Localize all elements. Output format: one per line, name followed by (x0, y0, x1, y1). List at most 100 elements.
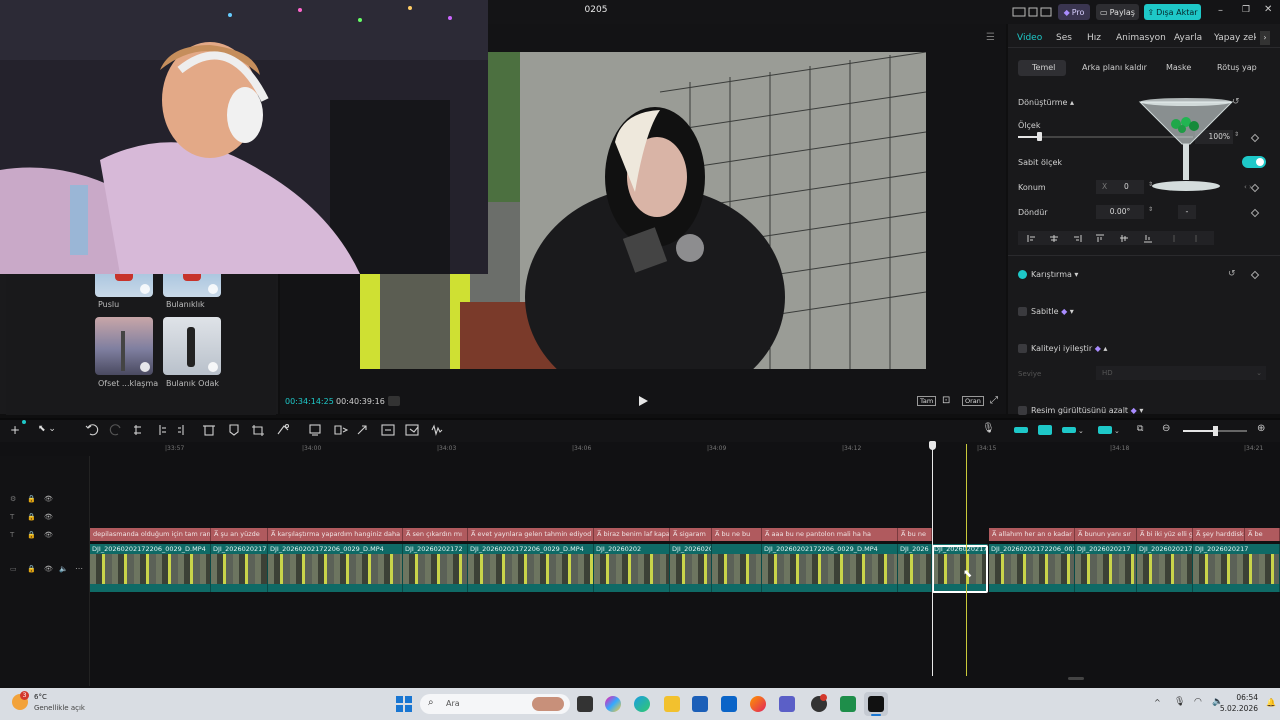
play-button[interactable] (637, 394, 649, 408)
download-icon[interactable] (208, 284, 218, 294)
subtitle-clip[interactable]: A̅ bu ne bu (712, 528, 762, 541)
subtitle-clip[interactable]: A̅ bi iki yüz elli g (1137, 528, 1193, 541)
shortcut-icon[interactable] (1040, 6, 1052, 18)
subtitle-clip[interactable]: depilasmanda olduğum için tam rando (90, 528, 211, 541)
close-icon[interactable]: ✕ (1264, 4, 1272, 15)
timecode-toggle[interactable] (388, 396, 400, 406)
download-icon[interactable] (140, 284, 150, 294)
fullscreen-icon[interactable]: ⤢ (990, 395, 998, 406)
subtitle-clip[interactable]: A̅ şey harddisk (1193, 528, 1245, 541)
subtitle-clip[interactable]: A̅ şu an yüzde (211, 528, 268, 541)
snap-tool-icons[interactable]: ⌄ ⌄ (1012, 423, 1122, 437)
task-view-icon[interactable] (577, 696, 593, 712)
windows-start-icon[interactable] (396, 696, 412, 712)
layout-icon[interactable] (1012, 6, 1038, 18)
clock-date[interactable]: 5.02.2026 (1210, 704, 1258, 713)
tab-animation[interactable]: Animasyon (1116, 33, 1166, 43)
taskbar-search[interactable]: ⌕ Ara (420, 694, 570, 714)
snap-tools[interactable]: ⌄ ⌄ (1012, 423, 1122, 437)
video-clip[interactable]: DJI_20260202172 (403, 544, 468, 592)
video-clip[interactable]: DJI_2026020217 (1075, 544, 1137, 592)
subtitle-clip[interactable]: A̅ bunun yanı sır (1075, 528, 1137, 541)
video-clip[interactable]: DJI_20260202172206_0029_D.MP4 (268, 544, 403, 592)
fit-icon[interactable]: ⊡ (942, 395, 950, 406)
share-button[interactable]: ▭ Paylaş (1096, 4, 1139, 20)
subtitle-clip[interactable]: A̅ bu ne (898, 528, 932, 541)
wifi-icon[interactable]: ◠ (1194, 697, 1202, 707)
notifications-icon[interactable]: 🔔 (1266, 698, 1276, 707)
enhance-heading[interactable]: Kaliteyi iyileştir ◆ ▴ (1031, 344, 1107, 353)
subtitle-clip[interactable]: A̅ sen çıkardın mı (403, 528, 468, 541)
playhead-line[interactable] (932, 444, 933, 676)
zoom-knob[interactable] (1213, 426, 1218, 436)
subtitle-clip[interactable]: A̅ biraz benim laf kapa (594, 528, 670, 541)
effect-thumb-bulanik-odak[interactable] (163, 317, 221, 375)
blend-heading[interactable]: Karıştırma ▾ (1031, 270, 1078, 279)
selected-clip-outline[interactable] (932, 545, 988, 593)
tab-ai[interactable]: Yapay zekâ (1214, 33, 1256, 43)
mic-tray-icon[interactable]: 🎙 (1174, 697, 1185, 707)
lock-icon[interactable]: 🔒 (27, 495, 36, 503)
reset-icon[interactable]: ↺ (1228, 269, 1236, 279)
video-clip[interactable]: DJI_2026 (898, 544, 932, 592)
more-icon[interactable]: ⋯ (75, 564, 83, 573)
subtab-retouch[interactable]: Rötuş yap (1217, 63, 1257, 72)
stabilize-checkbox[interactable] (1018, 307, 1027, 316)
outlook-icon[interactable] (721, 696, 737, 712)
subtab-remove-bg[interactable]: Arka planı kaldır (1082, 63, 1147, 72)
copilot-icon[interactable] (605, 696, 621, 712)
file-explorer-icon[interactable] (664, 696, 680, 712)
denoise-checkbox[interactable] (1018, 406, 1027, 415)
video-clip[interactable]: DJI_2026020217 (1193, 544, 1280, 592)
eye-icon[interactable]: 👁 (44, 495, 53, 503)
edit-tool-icons[interactable] (84, 420, 474, 440)
blend-checkbox[interactable] (1018, 270, 1027, 279)
capcut-icon[interactable] (868, 696, 884, 712)
video-clip[interactable]: DJI_2026020217 (1137, 544, 1193, 592)
uniform-scale-toggle[interactable] (1242, 156, 1266, 168)
chevron-up-icon[interactable]: ^ (1154, 698, 1161, 707)
microphone-icon[interactable]: 🎙 (982, 423, 995, 434)
teams-icon[interactable] (779, 696, 795, 712)
chevron-right-icon[interactable]: › (1260, 31, 1270, 45)
lock-icon[interactable]: 🔒 (27, 531, 36, 539)
lock-icon[interactable]: 🔒 (27, 513, 36, 521)
video-clip[interactable]: DJI_20260202172206_0029 (989, 544, 1075, 592)
subtitle-clip[interactable]: A̅ sigaram (670, 528, 712, 541)
playhead-handle[interactable] (929, 441, 936, 450)
subtitle-clip[interactable]: A̅ karşılaştırma yapardım hanginiz daha … (268, 528, 403, 541)
spreadsheet-icon[interactable] (840, 696, 856, 712)
flip-button[interactable]: - (1178, 205, 1196, 219)
stabilize-heading[interactable]: Sabitle ◆ ▾ (1031, 307, 1074, 316)
download-icon[interactable] (208, 362, 218, 372)
menu-icon[interactable]: ☰ (986, 32, 995, 43)
export-button[interactable]: ⇪ Dışa Aktar (1144, 4, 1201, 20)
download-icon[interactable] (140, 362, 150, 372)
rotate-stepper[interactable]: ⇕ (1148, 206, 1153, 213)
transform-heading[interactable]: Dönüştürme ▴ (1018, 98, 1074, 107)
rotate-field[interactable]: 0.00° (1096, 205, 1144, 219)
maximize-icon[interactable]: ❐ (1242, 5, 1250, 15)
preview-axis-icon[interactable]: ⧉ (1137, 424, 1143, 434)
minimize-icon[interactable]: – (1218, 5, 1223, 16)
video-clip[interactable]: DJI_20260202172206_0029_D.MP4 (90, 544, 211, 592)
enhance-checkbox[interactable] (1018, 344, 1027, 353)
eye-icon[interactable]: 👁 (44, 531, 53, 539)
video-clip[interactable] (712, 544, 762, 592)
eye-icon[interactable]: 👁 (44, 513, 53, 521)
subtitle-clip[interactable]: A̅ evet yaynlara gelen tahmin ediyod (468, 528, 594, 541)
level-select[interactable]: HD ⌄ (1096, 366, 1266, 380)
clock-time[interactable]: 06:54 (1228, 693, 1258, 702)
video-clip[interactable]: DJI_20260202172206_0029_D.MP4 (762, 544, 898, 592)
denoise-heading[interactable]: Resim gürültüsünü azalt ◆ ▾ (1031, 406, 1143, 415)
align-icons[interactable] (1018, 231, 1214, 245)
zoom-out-icon[interactable]: ⊖ (1162, 423, 1170, 434)
video-clip[interactable]: DJI_20260202172206_0029_D.MP4 (468, 544, 594, 592)
add-track-icon[interactable]: + (10, 423, 20, 437)
video-clip[interactable]: DJI_20260202 (670, 544, 712, 592)
ratio-button[interactable]: Oran (962, 396, 984, 406)
zoom-in-icon[interactable]: ⊕ (1257, 423, 1265, 434)
lock-icon[interactable]: 🔒 (27, 565, 36, 573)
scale-slider-knob[interactable] (1037, 132, 1042, 141)
video-clip[interactable]: DJI_20260202 (594, 544, 670, 592)
